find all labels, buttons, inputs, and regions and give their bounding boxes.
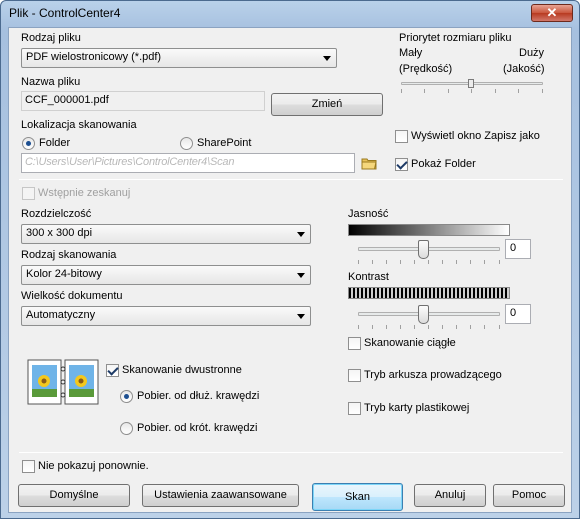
continuous-scan-checkbox[interactable] [348, 337, 361, 350]
long-edge-label: Pobier. od dłuż. krawędzi [137, 390, 260, 402]
plastic-card-checkbox[interactable] [348, 402, 361, 415]
scan-type-select[interactable]: Kolor 24-bitowy [21, 265, 311, 285]
size-priority-speed: (Prędkość) [399, 63, 453, 75]
size-priority-thumb[interactable] [468, 79, 474, 88]
dont-show-again-label: Nie pokazuj ponownie. [38, 460, 149, 472]
sharepoint-radio-label: SharePoint [197, 137, 252, 149]
dont-show-again-checkbox[interactable] [22, 460, 35, 473]
brightness-label: Jasność [348, 208, 389, 220]
carrier-sheet-checkbox[interactable] [348, 369, 361, 382]
long-edge-radio[interactable] [120, 390, 133, 403]
size-priority-quality: (Jakość) [503, 63, 545, 75]
short-edge-label: Pobier. od krót. krawędzi [137, 422, 258, 434]
scan-type-value: Kolor 24-bitowy [26, 268, 102, 280]
continuous-scan-label: Skanowanie ciągłe [364, 337, 456, 349]
contrast-value-field[interactable]: 0 [505, 304, 531, 324]
file-name-value: CCF_000001.pdf [25, 94, 109, 106]
duplex-book-icon [27, 359, 99, 405]
show-folder-label: Pokaż Folder [411, 158, 476, 170]
divider [19, 452, 563, 453]
change-name-button[interactable]: Zmień [271, 93, 383, 116]
chevron-down-icon [297, 273, 305, 278]
window-title: Plik - ControlCenter4 [9, 6, 121, 20]
folder-radio-label: Folder [39, 137, 71, 149]
brightness-ticks [358, 260, 500, 264]
file-type-value: PDF wielostronicowy (*.pdf) [26, 51, 162, 63]
location-label: Lokalizacja skanowania [21, 119, 137, 131]
scan-path-field[interactable]: C:\Users\User\Pictures\ControlCenter4\Sc… [21, 153, 355, 173]
chevron-down-icon [323, 56, 331, 61]
prescan-checkbox[interactable] [22, 187, 35, 200]
scan-button[interactable]: Skan [312, 483, 403, 511]
file-type-label: Rodzaj pliku [21, 32, 81, 44]
show-folder-checkbox[interactable] [395, 158, 408, 171]
brightness-value: 0 [510, 242, 517, 254]
size-priority-large: Duży [519, 47, 545, 59]
divider [19, 179, 563, 180]
sharepoint-radio[interactable] [180, 137, 193, 150]
resolution-value: 300 x 300 dpi [26, 227, 93, 239]
file-type-select[interactable]: PDF wielostronicowy (*.pdf) [21, 48, 337, 68]
short-edge-radio[interactable] [120, 422, 133, 435]
contrast-pattern [348, 287, 510, 299]
doc-size-label: Wielkość dokumentu [21, 290, 123, 302]
prescan-label: Wstępnie zeskanuj [38, 187, 131, 199]
default-button[interactable]: Domyślne [18, 484, 130, 507]
folder-radio[interactable] [22, 137, 35, 150]
title-bar[interactable]: Plik - ControlCenter4 ✕ [1, 1, 579, 27]
doc-size-value: Automatyczny [26, 309, 96, 321]
resolution-label: Rozdzielczość [21, 208, 92, 220]
close-button[interactable]: ✕ [531, 4, 573, 22]
brightness-slider[interactable] [358, 247, 500, 251]
dialog-body: Rodzaj pliku PDF wielostronicowy (*.pdf)… [8, 27, 572, 513]
contrast-label: Kontrast [348, 271, 389, 283]
contrast-slider[interactable] [358, 312, 500, 316]
contrast-ticks [358, 325, 500, 329]
resolution-select[interactable]: 300 x 300 dpi [21, 224, 311, 244]
advanced-settings-button[interactable]: Ustawienia zaawansowane [142, 484, 299, 507]
show-save-as-checkbox[interactable] [395, 130, 408, 143]
chevron-down-icon [297, 232, 305, 237]
show-save-as-label: Wyświetl okno Zapisz jako [411, 130, 540, 142]
chevron-down-icon [297, 314, 305, 319]
duplex-checkbox[interactable] [106, 364, 119, 377]
brightness-thumb[interactable] [418, 240, 429, 259]
scan-type-label: Rodzaj skanowania [21, 249, 117, 261]
brightness-value-field[interactable]: 0 [505, 239, 531, 259]
cancel-button[interactable]: Anuluj [414, 484, 486, 507]
file-name-field[interactable]: CCF_000001.pdf [21, 91, 265, 111]
doc-size-select[interactable]: Automatyczny [21, 306, 311, 326]
dialog-window: Plik - ControlCenter4 ✕ Rodzaj pliku PDF… [0, 0, 580, 519]
size-priority-label: Priorytet rozmiaru pliku [399, 32, 512, 44]
folder-browse-icon[interactable] [361, 157, 377, 170]
plastic-card-label: Tryb karty plastikowej [364, 402, 470, 414]
carrier-sheet-label: Tryb arkusza prowadzącego [364, 369, 502, 381]
file-name-label: Nazwa pliku [21, 76, 81, 88]
size-priority-small: Mały [399, 47, 423, 59]
scan-path-value: C:\Users\User\Pictures\ControlCenter4\Sc… [25, 156, 235, 168]
brightness-gradient [348, 224, 510, 236]
size-priority-ticks [401, 89, 543, 93]
contrast-thumb[interactable] [418, 305, 429, 324]
contrast-value: 0 [510, 307, 517, 319]
duplex-label: Skanowanie dwustronne [122, 364, 242, 376]
help-button[interactable]: Pomoc [493, 484, 565, 507]
